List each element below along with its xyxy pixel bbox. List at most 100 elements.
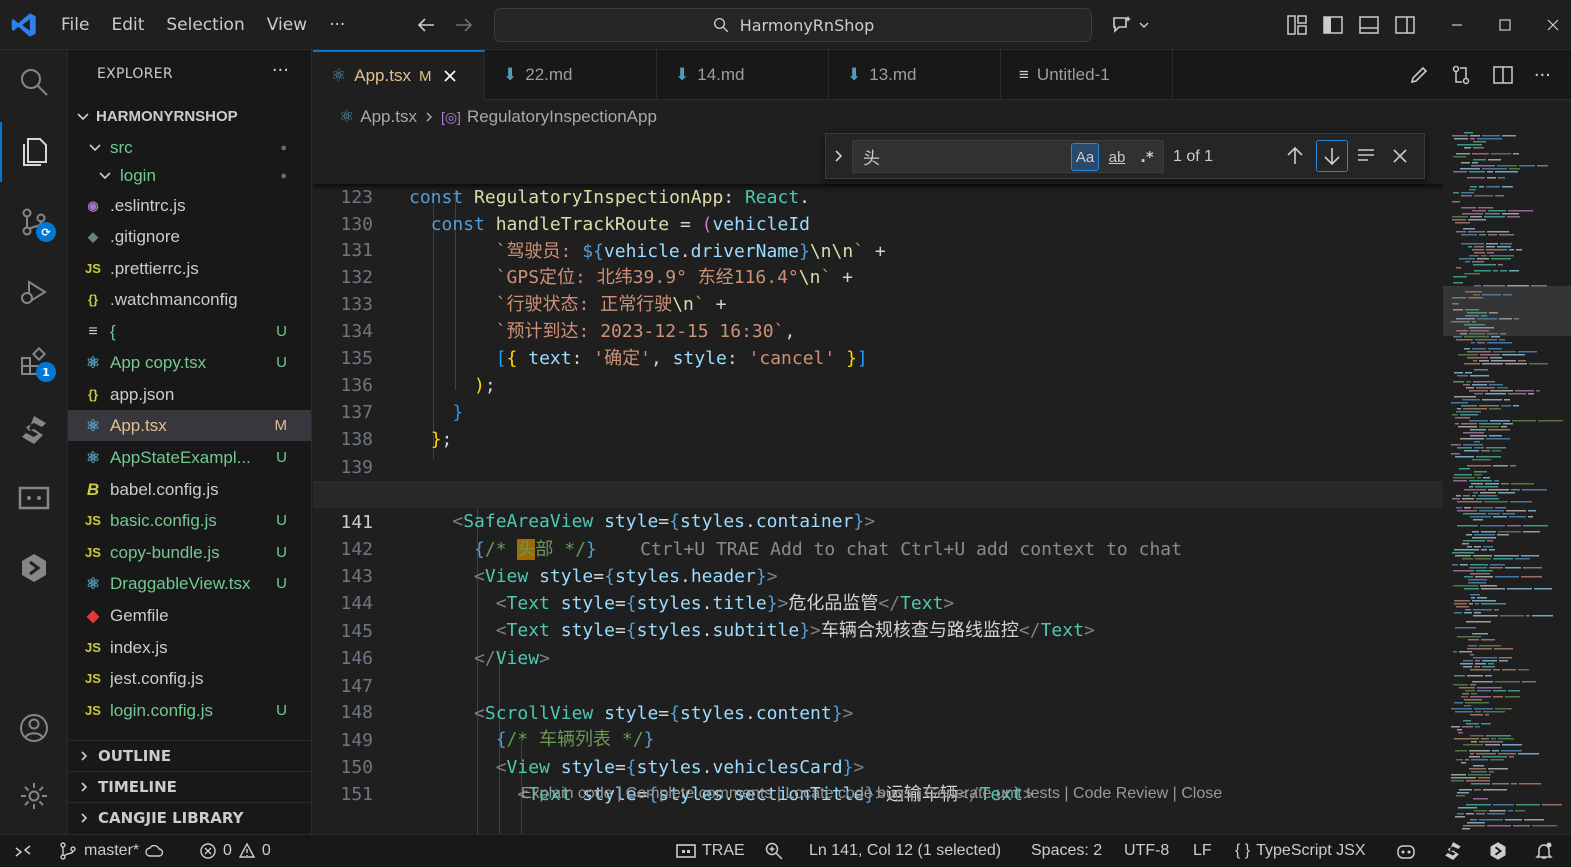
minimap-stroke (1490, 564, 1505, 566)
activity-cangjie[interactable] (0, 400, 68, 460)
activity-explorer[interactable] (0, 122, 68, 182)
file-copy-bundle[interactable]: JS copy-bundle.js U (68, 537, 311, 568)
find-in-selection-icon[interactable] (1356, 146, 1376, 166)
file-gitignore[interactable]: ◆ .gitignore (68, 221, 311, 252)
cangjie-status-icon[interactable] (1442, 835, 1464, 867)
close-window-icon[interactable] (1546, 18, 1560, 32)
file-prettierrc[interactable]: JS .prettierrc.js (68, 253, 311, 284)
match-case-toggle[interactable]: Aa (1071, 143, 1099, 171)
minimap-stroke (1481, 255, 1487, 257)
error-count: 0 (223, 842, 232, 859)
folder-src[interactable]: src ● (68, 132, 311, 163)
command-center-search[interactable]: HarmonyRnShop (494, 8, 1092, 42)
activity-extensions[interactable]: 1 (0, 332, 68, 392)
file-gemfile[interactable]: ◆ Gemfile (68, 600, 311, 631)
breadcrumb-file[interactable]: App.tsx (360, 107, 417, 127)
activity-run-debug[interactable] (0, 262, 68, 322)
regex-toggle[interactable]: .* (1133, 143, 1161, 171)
file-draggable-view[interactable]: ⚛ DraggableView.tsx U (68, 568, 311, 599)
customize-layout-icon[interactable] (1286, 14, 1308, 36)
file-brace[interactable]: ≡ { U (68, 316, 311, 347)
activity-settings[interactable] (0, 766, 68, 826)
code-editor[interactable]: 130 `驾驶员: ${vehicle.driverName}\n\n` + 1… (313, 130, 1443, 834)
tab-untitled-1[interactable]: ≡ Untitled-1 (1001, 50, 1173, 100)
file-babel-config[interactable]: B babel.config.js (68, 474, 311, 505)
menu-more[interactable]: ··· (318, 0, 356, 50)
copilot-menu-button[interactable] (1110, 0, 1150, 50)
zoom-status[interactable] (764, 835, 784, 867)
toggle-primary-sidebar-icon[interactable] (1322, 14, 1344, 36)
back-arrow-icon[interactable] (414, 0, 438, 50)
next-match-icon[interactable] (1316, 140, 1348, 172)
folder-login[interactable]: login ● (68, 160, 311, 191)
minimap-stroke (1467, 675, 1483, 677)
tab-14-md[interactable]: ⬇ 14.md (657, 50, 829, 100)
minimap[interactable] (1443, 130, 1571, 834)
file-eslintrc[interactable]: ◉ .eslintrc.js (68, 190, 311, 221)
tab-22-md[interactable]: ⬇ 22.md (485, 50, 657, 100)
file-basic-config[interactable]: JS basic.config.js U (68, 505, 311, 536)
toggle-secondary-sidebar-icon[interactable] (1394, 14, 1416, 36)
menu-file[interactable]: File (50, 0, 100, 50)
cursor-position[interactable]: Ln 141, Col 12 (1 selected) (809, 835, 1001, 867)
root-folder[interactable]: HARMONYRNSHOP (68, 101, 311, 132)
notifications-bell-icon[interactable] (1534, 835, 1554, 867)
language-mode[interactable]: { } TypeScript JSX (1235, 835, 1366, 867)
breadcrumb-symbol[interactable]: RegulatoryInspectionApp (467, 107, 657, 127)
git-branch-status[interactable]: master* (58, 835, 165, 867)
close-find-icon[interactable] (1392, 148, 1408, 164)
file-app-tsx[interactable]: ⚛ App.tsx M (68, 410, 311, 441)
activity-source-control[interactable]: ⟳ (0, 192, 68, 252)
activity-remote[interactable] (0, 468, 68, 528)
whole-word-toggle[interactable]: ab (1103, 143, 1131, 171)
activity-accounts[interactable] (0, 698, 68, 758)
more-actions-icon[interactable]: ··· (1534, 65, 1551, 86)
minimap-stroke (1472, 459, 1491, 461)
file-index-js[interactable]: JS index.js (68, 632, 311, 663)
file-login-config[interactable]: JS login.config.js U (68, 695, 311, 726)
compare-changes-icon[interactable] (1450, 64, 1472, 86)
toggle-panel-icon[interactable] (1358, 14, 1380, 36)
file-appstate[interactable]: ⚛ AppStateExampl... U (68, 442, 311, 473)
menu-selection[interactable]: Selection (155, 0, 255, 50)
edit-pencil-icon[interactable] (1408, 64, 1430, 86)
section-timeline[interactable]: TIMELINE (68, 771, 311, 802)
file-app-json[interactable]: {} app.json (68, 379, 311, 410)
minimap-slider[interactable] (1443, 286, 1571, 336)
minimize-icon[interactable] (1450, 18, 1464, 32)
minimap-stroke (1467, 465, 1491, 467)
section-cangjie-library[interactable]: CANGJIE LIBRARY (68, 802, 311, 833)
minimap-stroke (1458, 732, 1463, 734)
minimap-stroke (1472, 681, 1493, 683)
menu-edit[interactable]: Edit (100, 0, 155, 50)
forward-arrow-icon[interactable] (452, 0, 476, 50)
menu-view[interactable]: View (256, 0, 318, 50)
harmony-status-icon[interactable] (1488, 835, 1508, 867)
split-editor-icon[interactable] (1492, 64, 1514, 86)
section-outline[interactable]: OUTLINE (68, 740, 311, 771)
remote-indicator[interactable] (14, 835, 32, 867)
activity-harmony[interactable] (0, 538, 68, 598)
toggle-replace-chevron-icon[interactable] (832, 148, 846, 164)
explorer-more-icon[interactable]: ··· (272, 60, 289, 81)
problems-status[interactable]: 0 0 (199, 835, 271, 867)
tab-13-md[interactable]: ⬇ 13.md (829, 50, 1001, 100)
copilot-status-icon[interactable] (1395, 835, 1417, 867)
code-line: 133 `预计到达: 2023-12-15 16:30`, (313, 264, 1443, 342)
file-app-copy[interactable]: ⚛ App copy.tsx U (68, 347, 311, 378)
eol-status[interactable]: LF (1193, 835, 1212, 867)
file-watchmanconfig[interactable]: {} .watchmanconfig (68, 284, 311, 315)
encoding-status[interactable]: UTF-8 (1124, 835, 1169, 867)
minimap-stroke (1473, 609, 1492, 611)
activity-search[interactable] (0, 52, 68, 112)
indentation-status[interactable]: Spaces: 2 (1031, 835, 1102, 867)
minimap-stroke (1518, 753, 1539, 755)
close-icon[interactable] (443, 69, 457, 83)
ai-codelens[interactable]: Explain code | Complete comments | Locat… (521, 785, 1222, 803)
file-jest-config[interactable]: JS jest.config.js (68, 663, 311, 694)
tab-app-tsx[interactable]: ⚛ App.tsx M (313, 50, 485, 100)
trae-status[interactable]: TRAE (676, 835, 745, 867)
maximize-icon[interactable] (1498, 18, 1512, 32)
minimap-stroke (1461, 696, 1468, 698)
previous-match-icon[interactable] (1284, 144, 1306, 168)
